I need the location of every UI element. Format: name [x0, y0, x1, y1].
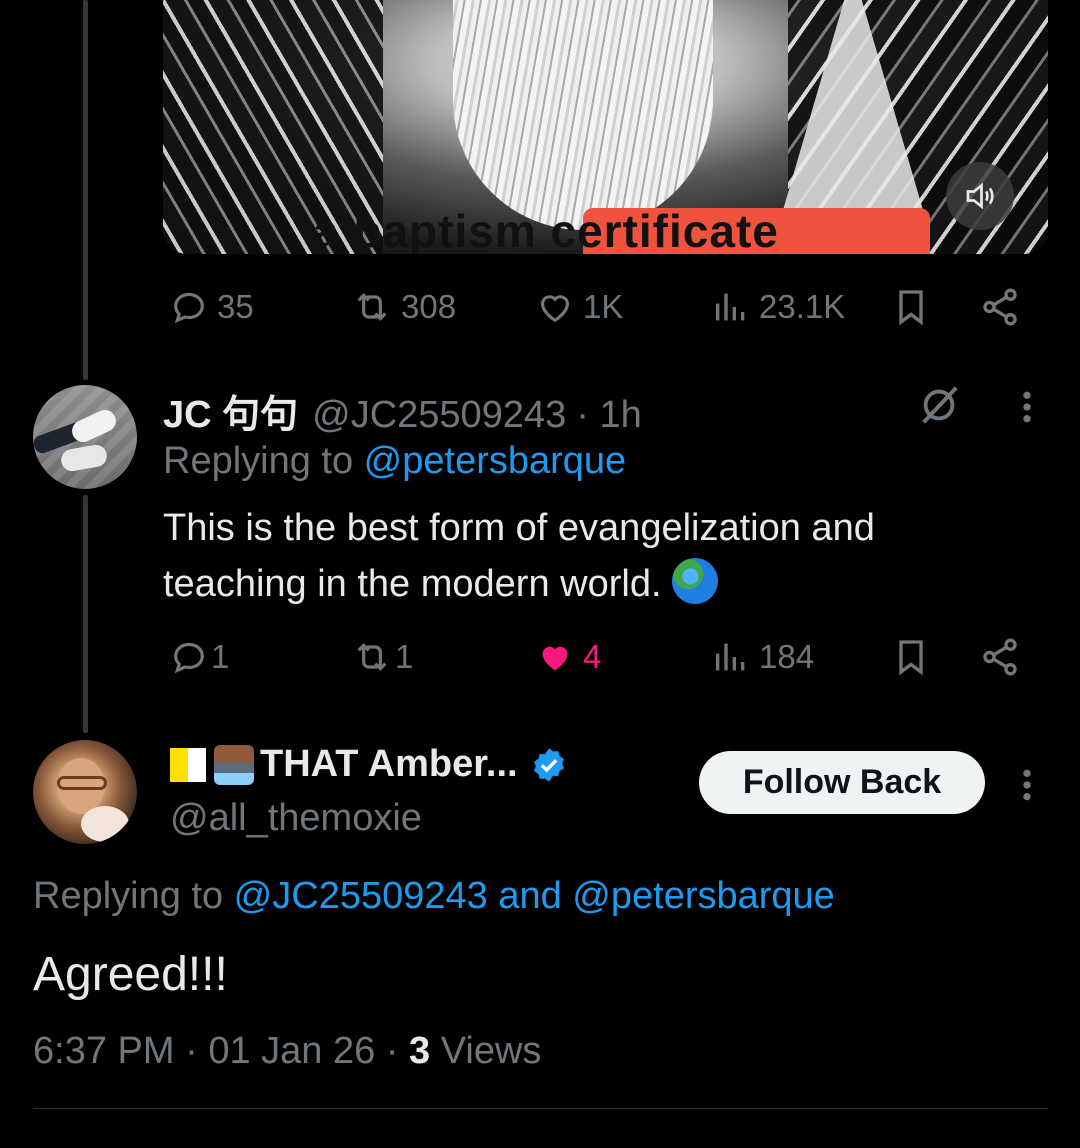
display-name[interactable]: JC 句句	[163, 383, 298, 438]
views-count: 23.1K	[759, 288, 846, 325]
replying-to-line: Replying to @petersbarque	[163, 440, 626, 483]
post-meta: 6:37 PM · 01 Jan 26 · 3 Views	[33, 1030, 541, 1073]
video-caption: a baptism certificate	[313, 205, 779, 254]
vatican-flag-emoji-icon	[170, 747, 206, 782]
user-handle[interactable]: @JC25509243	[312, 394, 566, 437]
analytics-icon	[716, 643, 745, 671]
post-date[interactable]: 01 Jan 26	[208, 1030, 375, 1072]
video-frame-art	[453, 0, 713, 230]
reply-header: JC 句句 @JC25509243 · 1h	[163, 383, 642, 438]
globe-emoji-icon	[672, 558, 719, 604]
analytics-icon	[716, 293, 745, 321]
display-name: THAT Amber...	[260, 743, 518, 785]
views-count: 3	[409, 1030, 431, 1072]
thread-line	[83, 495, 88, 733]
post-time[interactable]: 6:37 PM	[33, 1030, 175, 1072]
replying-and: and	[487, 875, 573, 917]
views-label: Views	[430, 1030, 542, 1072]
share-icon	[983, 638, 1017, 676]
bookmark-icon	[899, 640, 923, 676]
avatar-detail	[81, 806, 129, 842]
meta-separator: ·	[375, 1030, 410, 1072]
mention-link[interactable]: @petersbarque	[572, 875, 835, 917]
replying-prefix: Replying to	[33, 875, 234, 917]
verified-badge-icon	[533, 747, 564, 782]
reply-count: 35	[217, 288, 254, 325]
more-vertical-icon	[1023, 769, 1031, 801]
repost-count: 1	[395, 638, 414, 675]
avatar-detail	[68, 406, 120, 446]
repost-count: 308	[401, 288, 457, 325]
post-actions: 35 308 1K 23.1K	[163, 282, 1033, 332]
share-button[interactable]	[979, 282, 1021, 332]
reply-actions: 1 1 4 184	[163, 632, 1033, 682]
reply-icon	[174, 292, 204, 324]
divider	[33, 1108, 1048, 1109]
heart-icon	[540, 295, 570, 323]
like-button[interactable]: 1K	[535, 282, 623, 332]
reply-icon	[174, 642, 204, 674]
speaker-volume-icon	[966, 182, 994, 210]
replying-prefix: Replying to	[163, 440, 364, 482]
post-time: · 1h	[576, 394, 642, 436]
follow-back-button[interactable]: Follow Back	[699, 751, 985, 814]
repost-icon	[357, 293, 387, 321]
thread-line	[83, 0, 88, 380]
avatar[interactable]	[33, 740, 137, 844]
bookmark-button[interactable]	[891, 632, 931, 682]
thread-view: a baptism certificate 35 308 1K 23.1K JC…	[0, 0, 1080, 1148]
views-count: 184	[759, 638, 815, 675]
display-name-row[interactable]: THAT Amber...	[170, 743, 568, 786]
meta-separator: ·	[174, 1030, 209, 1072]
user-handle[interactable]: @all_themoxie	[170, 797, 422, 840]
bookmark-icon	[899, 290, 923, 326]
more-vertical-icon	[1023, 391, 1031, 423]
avatar-detail	[59, 443, 109, 473]
avatar[interactable]	[33, 385, 137, 489]
views-button[interactable]: 23.1K	[711, 282, 845, 332]
mention-link[interactable]: @JC25509243	[234, 875, 488, 917]
like-count: 1K	[583, 288, 624, 325]
more-options-button[interactable]	[1015, 765, 1039, 810]
heart-filled-icon	[542, 646, 568, 671]
video-frame-art	[783, 0, 923, 210]
reply-button[interactable]: 35	[169, 282, 254, 332]
repost-button[interactable]: 1	[351, 632, 413, 682]
more-options-button[interactable]	[1015, 387, 1039, 432]
replying-to-line: Replying to @JC25509243 and @petersbarqu…	[33, 875, 835, 918]
like-count: 4	[583, 638, 602, 675]
reply-body: This is the best form of evangelization …	[163, 507, 875, 605]
views-button[interactable]: 184	[711, 632, 814, 682]
mention-link[interactable]: @petersbarque	[364, 440, 627, 482]
bookmark-button[interactable]	[891, 282, 931, 332]
share-button[interactable]	[979, 632, 1021, 682]
reply-text: This is the best form of evangelization …	[163, 500, 1023, 612]
repost-button[interactable]: 308	[351, 282, 456, 332]
grok-icon	[922, 386, 958, 424]
avatar-detail	[57, 776, 107, 790]
post-text: Agreed!!!	[33, 948, 228, 1001]
grok-button[interactable]	[915, 382, 963, 433]
sound-toggle-button[interactable]	[946, 162, 1014, 230]
technologist-emoji-icon	[214, 744, 254, 785]
post-video[interactable]: a baptism certificate	[163, 0, 1048, 254]
reply-count: 1	[211, 638, 230, 675]
like-button[interactable]: 4	[535, 632, 601, 682]
repost-icon	[357, 643, 387, 671]
reply-button[interactable]: 1	[169, 632, 229, 682]
share-icon	[983, 288, 1017, 326]
